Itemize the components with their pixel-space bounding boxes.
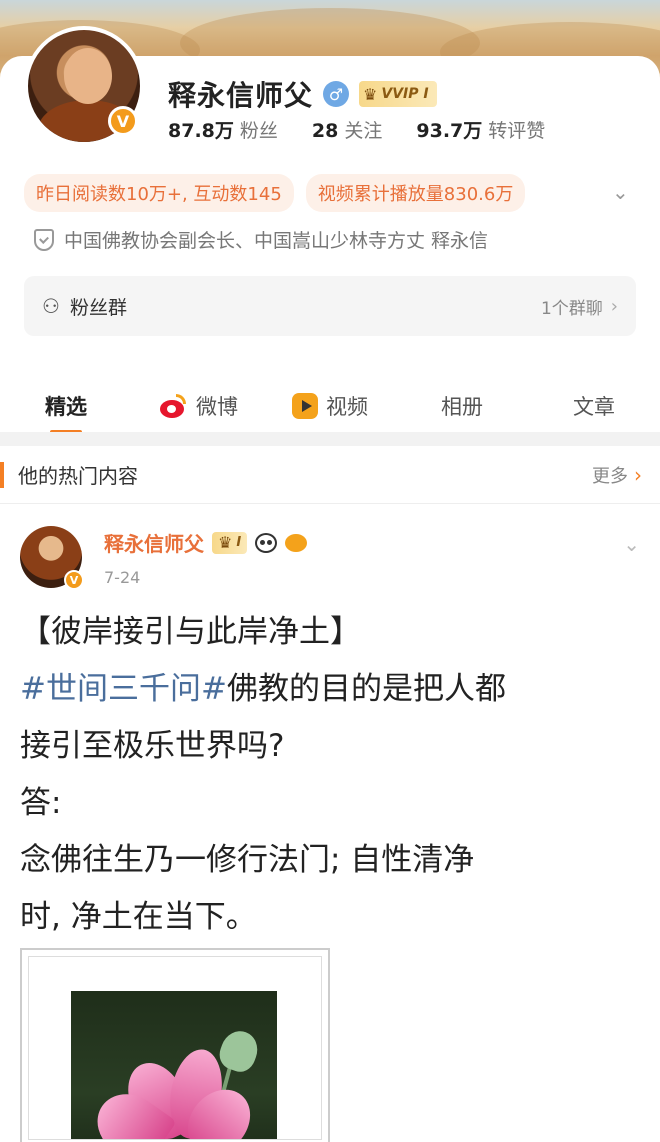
- vip-label: VVIP I: [381, 86, 429, 102]
- topic-link[interactable]: #世间三千问#: [20, 671, 227, 707]
- tab-video[interactable]: 视频: [264, 378, 396, 434]
- more-link[interactable]: 更多: [592, 462, 628, 488]
- profile-card: V 释永信师父 ♂ ♛ VVIP I 87.8万 粉丝 28 关注 93.7万 转评赞…: [0, 26, 660, 436]
- crown-icon: ♛: [363, 84, 378, 104]
- verified-v-icon: V: [108, 106, 138, 136]
- tab-label: 视频: [326, 395, 368, 419]
- fan-group-count: 1个群聊: [540, 298, 603, 319]
- post-line-text: 佛教的目的是把人都: [226, 671, 506, 707]
- profile-tags: 昨日阅读数10万+, 互动数145 视频累计播放量830.6万: [24, 174, 526, 212]
- post-text: 【彼岸接引与此岸净土】 #世间三千问#佛教的目的是把人都 接引至极乐世界吗? 答…: [20, 604, 630, 946]
- stat-engagement[interactable]: 93.7万 转评赞: [416, 116, 545, 143]
- post-line: #世间三千问#佛教的目的是把人都: [20, 661, 630, 718]
- certification: 中国佛教协会副会长、中国嵩山少林寺方丈 释永信: [34, 226, 488, 253]
- chevron-down-icon[interactable]: ⌄: [612, 180, 629, 204]
- profile-stats: 87.8万 粉丝 28 关注 93.7万 转评赞: [168, 116, 545, 143]
- stat-fans[interactable]: 87.8万 粉丝: [168, 116, 278, 143]
- stat-following[interactable]: 28 关注: [312, 116, 382, 143]
- post-timestamp: 7-24: [104, 568, 141, 587]
- fish-icon: [285, 533, 308, 552]
- video-icon: [292, 393, 318, 419]
- stat-label: 粉丝: [239, 120, 278, 142]
- chevron-right-icon: ›: [610, 295, 618, 317]
- tab-featured[interactable]: 精选: [0, 378, 132, 434]
- stat-value: 93.7万: [416, 120, 483, 142]
- stat-value: 87.8万: [168, 120, 234, 142]
- post-line: 接引至极乐世界吗?: [20, 728, 285, 764]
- tab-articles[interactable]: 文章: [528, 378, 660, 434]
- tab-album[interactable]: 相册: [396, 378, 528, 434]
- crown-icon: ♛: [218, 533, 233, 552]
- weibo-icon: [158, 394, 188, 418]
- stat-label: 转评赞: [488, 120, 546, 142]
- post-header: V 释永信师父 ♛ I 7-24 ⌄: [20, 522, 640, 592]
- post-line: 念佛往生乃一修行法门; 自性清净: [20, 842, 475, 878]
- accent-bar: [0, 461, 4, 488]
- stat-label: 关注: [344, 120, 383, 142]
- panda-icon: [255, 532, 278, 553]
- vip-badge[interactable]: ♛ VVIP I: [359, 81, 437, 107]
- lotus-image: [28, 956, 322, 1140]
- tag-reads[interactable]: 昨日阅读数10万+, 互动数145: [24, 174, 294, 212]
- profile-tabs: 精选 微博 视频 相册 文章: [0, 378, 660, 434]
- post-author[interactable]: 释永信师父: [104, 528, 204, 557]
- tag-video-plays[interactable]: 视频累计播放量830.6万: [305, 174, 526, 212]
- post-image[interactable]: [20, 948, 330, 1142]
- group-icon: ⚇: [42, 294, 60, 318]
- tab-label: 精选: [45, 395, 87, 419]
- tab-label: 相册: [441, 395, 483, 419]
- section-divider: [0, 432, 660, 446]
- vip-badge[interactable]: ♛ I: [212, 531, 248, 554]
- male-gender-icon: ♂: [323, 81, 350, 107]
- tab-label: 微博: [196, 395, 238, 419]
- hot-content-header: 他的热门内容 更多 ›: [0, 446, 660, 504]
- verified-v-icon: V: [64, 570, 84, 590]
- profile-name: 释永信师父: [168, 79, 314, 112]
- fan-group-row[interactable]: ⚇ 粉丝群 1个群聊 ›: [24, 276, 636, 336]
- fan-group-label: 粉丝群: [69, 296, 127, 319]
- chevron-down-icon[interactable]: ⌄: [623, 532, 640, 556]
- avatar[interactable]: V: [24, 26, 144, 146]
- shield-icon: [34, 228, 54, 251]
- tab-label: 文章: [573, 395, 615, 419]
- vip-label: I: [236, 535, 242, 550]
- chevron-right-icon[interactable]: ›: [634, 463, 642, 487]
- stat-value: 28: [311, 120, 339, 142]
- tab-weibo[interactable]: 微博: [132, 378, 264, 434]
- hot-content-title: 他的热门内容: [18, 464, 138, 488]
- post-line: 时, 净土在当下。: [20, 899, 257, 935]
- post-line: 答:: [20, 785, 62, 821]
- certification-text: 中国佛教协会副会长、中国嵩山少林寺方丈 释永信: [64, 230, 489, 252]
- post-line: 【彼岸接引与此岸净土】: [20, 614, 361, 650]
